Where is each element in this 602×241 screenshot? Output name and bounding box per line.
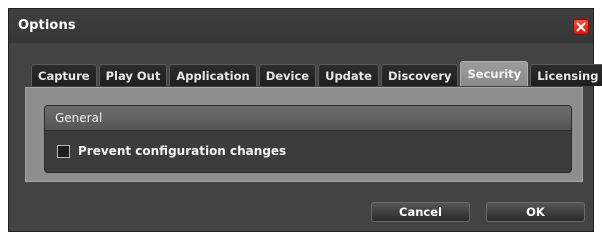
tab-security[interactable]: Security <box>460 61 529 86</box>
tab-play-out[interactable]: Play Out <box>98 64 168 86</box>
tab-update[interactable]: Update <box>318 64 379 86</box>
tab-bar: Capture Play Out Application Device Upda… <box>31 61 602 86</box>
general-group-header: General <box>45 106 571 131</box>
tab-discovery[interactable]: Discovery <box>380 64 459 86</box>
security-tab-panel: General Prevent configuration changes <box>25 87 583 182</box>
prevent-config-changes-checkbox[interactable] <box>57 144 70 158</box>
general-groupbox: General Prevent configuration changes <box>44 105 572 173</box>
close-icon <box>576 22 586 32</box>
tab-application[interactable]: Application <box>169 64 257 86</box>
tab-device[interactable]: Device <box>258 64 317 86</box>
cancel-button[interactable]: Cancel <box>371 202 470 222</box>
options-dialog: Options Capture Play Out Application Dev… <box>8 8 602 232</box>
close-button[interactable] <box>573 19 589 35</box>
prevent-config-changes-label[interactable]: Prevent configuration changes <box>78 144 286 158</box>
tab-licensing[interactable]: Licensing <box>530 64 602 86</box>
prevent-config-changes-row[interactable]: Prevent configuration changes <box>57 144 286 158</box>
title-bar[interactable]: Options <box>9 9 593 43</box>
window-title: Options <box>18 18 76 33</box>
general-group-title: General <box>55 111 103 125</box>
tab-capture[interactable]: Capture <box>31 64 97 86</box>
ok-button[interactable]: OK <box>486 202 585 222</box>
